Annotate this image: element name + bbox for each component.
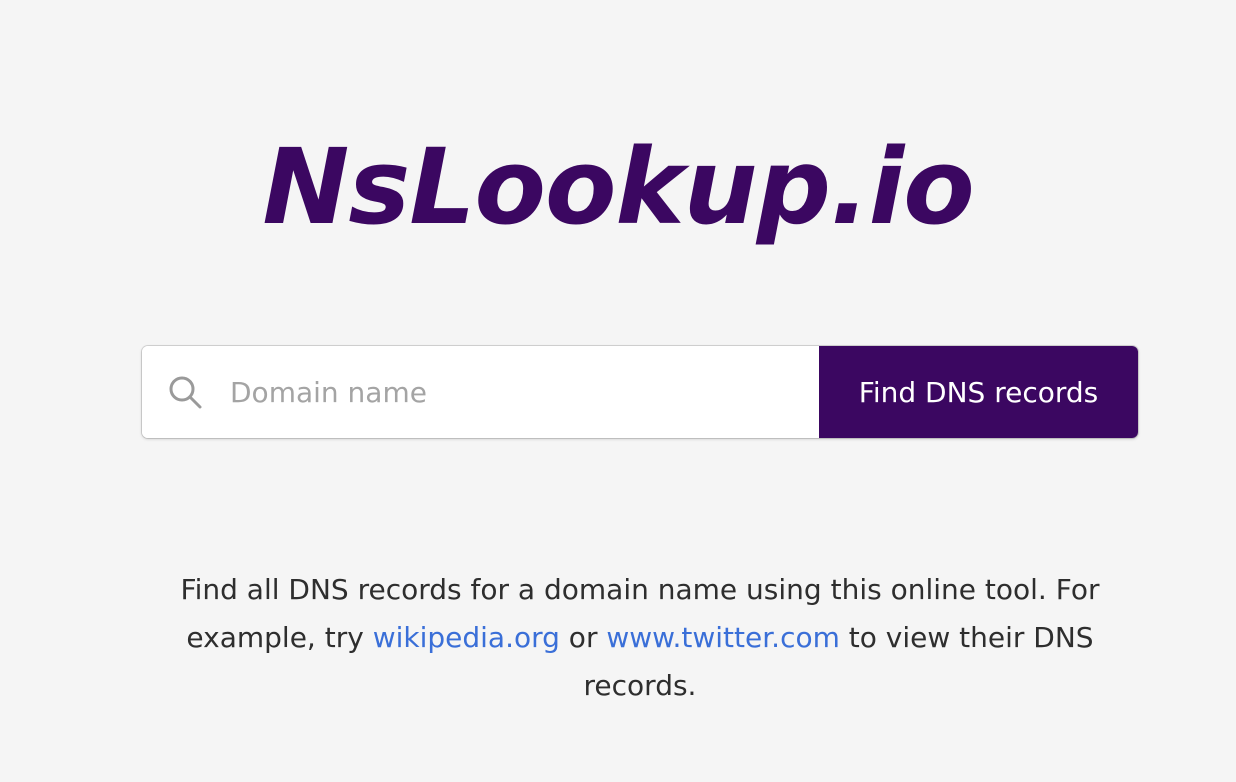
site-logo[interactable]: NsLookup.io	[0, 112, 1236, 262]
example-link-twitter[interactable]: www.twitter.com	[606, 621, 840, 654]
search-form: Find DNS records	[142, 346, 1138, 438]
description-text: Find all DNS records for a domain name u…	[160, 566, 1120, 710]
search-icon	[169, 376, 202, 409]
description-text-middle: or	[559, 621, 607, 654]
find-dns-records-button[interactable]: Find DNS records	[819, 346, 1138, 438]
domain-name-input[interactable]	[230, 346, 810, 438]
search-input-wrapper[interactable]	[142, 346, 819, 438]
example-link-wikipedia[interactable]: wikipedia.org	[373, 621, 560, 654]
